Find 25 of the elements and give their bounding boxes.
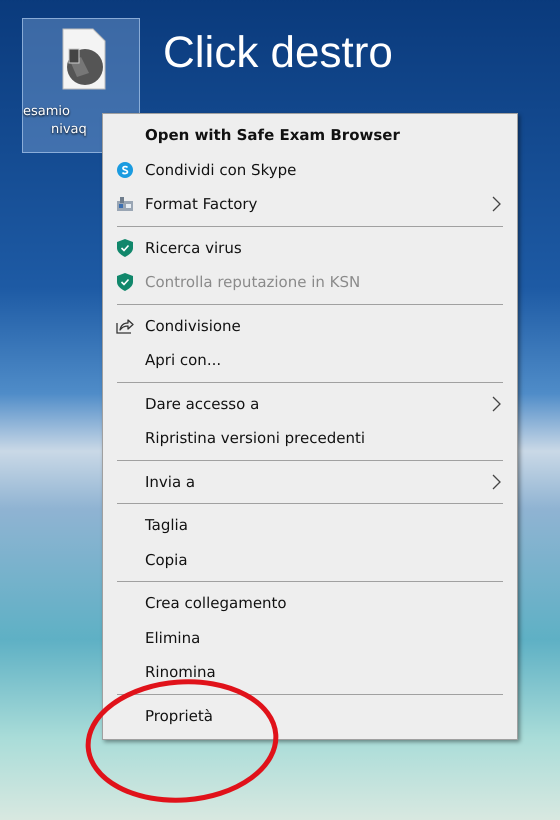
menu-item[interactable]: Condividi con Skype [103, 152, 517, 187]
menu-item[interactable]: Proprietà [103, 698, 517, 733]
shield-check-icon [117, 238, 133, 257]
menu-item[interactable]: Copia [103, 542, 517, 577]
share-icon [116, 318, 134, 334]
menu-item[interactable]: Ripristina versioni precedenti [103, 421, 517, 456]
chevron-right-icon [492, 396, 501, 412]
factory-icon [116, 196, 134, 212]
file-name-label: nivaq [50, 121, 87, 139]
menu-item[interactable]: Invia a [103, 464, 517, 499]
s-logo-icon [117, 162, 133, 178]
heading-text: Click destro [163, 28, 393, 78]
shield-check-icon [117, 273, 133, 292]
menu-item[interactable]: Format Factory [103, 187, 517, 222]
menu-item[interactable]: Taglia [103, 508, 517, 542]
file-name-label: esamio [23, 103, 70, 121]
menu-item[interactable]: Ricerca virus [103, 230, 517, 265]
menu-item[interactable]: Dare accesso a [103, 386, 517, 421]
chevron-right-icon [492, 196, 501, 212]
menu-item[interactable]: Crea collegamento [103, 586, 517, 620]
chevron-right-icon [492, 474, 501, 490]
menu-item[interactable]: Apri con... [103, 343, 517, 378]
menu-item[interactable]: Elimina [103, 620, 517, 655]
menu-item[interactable]: Condivisione [103, 308, 517, 343]
menu-item[interactable]: Rinomina [103, 655, 517, 690]
